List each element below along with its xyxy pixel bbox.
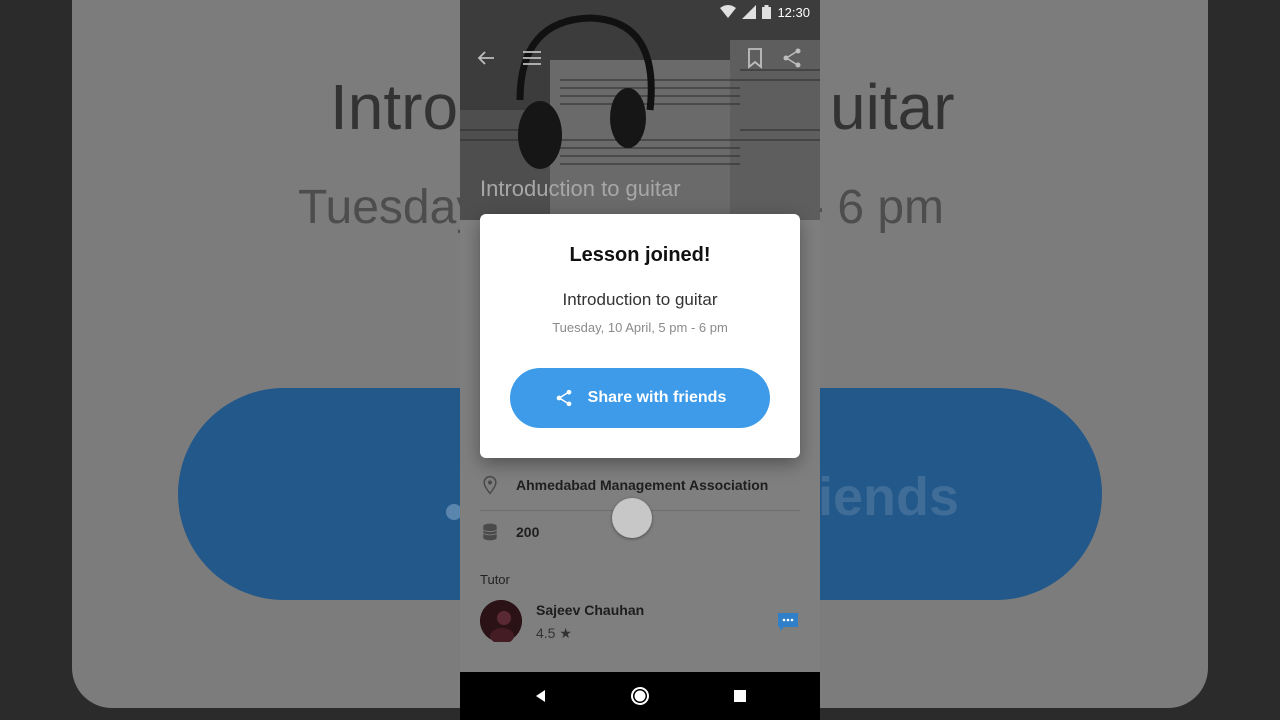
share-icon[interactable] xyxy=(780,46,804,70)
location-pin-icon xyxy=(483,475,497,495)
tutor-rating: 4.5 ★ xyxy=(536,625,572,641)
background-date-left: Tuesday xyxy=(298,181,481,234)
background-title-right: uitar xyxy=(830,71,955,143)
share-button-label: Share with friends xyxy=(587,389,727,406)
tutor-photo xyxy=(480,600,522,644)
dialog-lesson-title: Introduction to guitar xyxy=(562,290,718,309)
status-bar: 12:30 xyxy=(460,0,820,24)
status-time: 12:30 xyxy=(777,4,810,20)
share-icon xyxy=(556,389,571,407)
system-nav-bar xyxy=(460,672,820,720)
background-date-right: - 6 pm xyxy=(808,181,945,234)
wifi-icon xyxy=(720,5,737,18)
nav-back-icon[interactable] xyxy=(528,684,552,708)
arrow-back-icon[interactable] xyxy=(474,46,498,70)
chat-bubble-icon[interactable] xyxy=(776,610,800,634)
coins-icon xyxy=(483,523,497,541)
touch-indicator xyxy=(612,498,652,538)
share-with-friends-button[interactable]: Share with friends xyxy=(510,368,770,428)
app-toolbar xyxy=(460,36,820,80)
hamburger-menu-icon[interactable] xyxy=(520,46,544,70)
lesson-joined-dialog: Lesson joined! Introduction to guitar Tu… xyxy=(480,214,800,458)
location-text: Ahmedabad Management Association xyxy=(516,477,769,493)
lesson-title: Introduction to guitar xyxy=(480,176,681,201)
tutor-avatar[interactable] xyxy=(480,600,522,644)
tutor-name[interactable]: Sajeev Chauhan xyxy=(536,602,644,618)
background-share-text: iends xyxy=(818,467,960,527)
nav-home-icon[interactable] xyxy=(628,684,652,708)
price-text: 200 xyxy=(516,524,540,540)
nav-recents-icon[interactable] xyxy=(728,684,752,708)
dialog-lesson-schedule: Tuesday, 10 April, 5 pm - 6 pm xyxy=(552,320,728,335)
cell-signal-icon xyxy=(742,5,757,19)
tutor-section-label: Tutor xyxy=(480,572,510,587)
lesson-hero-image: Introduction to guitar xyxy=(460,0,820,220)
phone-screen: Introduction to guitar 12:30 Ahmedabad M… xyxy=(460,0,820,720)
dialog-title: Lesson joined! xyxy=(569,244,711,266)
battery-icon xyxy=(762,5,772,19)
bookmark-icon[interactable] xyxy=(743,46,767,70)
background-title-left: Intro xyxy=(330,71,459,143)
